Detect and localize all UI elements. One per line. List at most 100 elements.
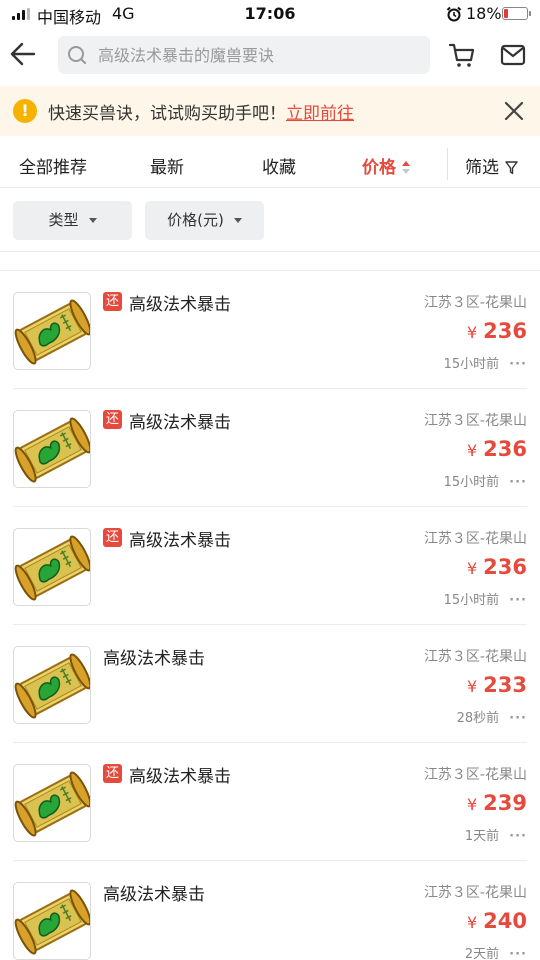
- tab-price-label: 价格: [362, 158, 396, 178]
- more-icon[interactable]: ···: [509, 475, 527, 490]
- currency-symbol: ¥: [466, 559, 478, 578]
- list-item-1[interactable]: 还 高级法术暴击 江苏３区-花果山 ¥236 15小时前 ···: [13, 271, 527, 389]
- tab-filter-label: 筛选: [465, 158, 499, 178]
- currency-symbol: ¥: [466, 913, 478, 932]
- item-title: 高级法术暴击: [129, 413, 231, 433]
- list-item-6[interactable]: 高级法术暴击 江苏３区-花果山 ¥240 2天前 ···: [13, 861, 527, 960]
- scroll-item-icon: [13, 292, 91, 370]
- item-meta: 15小时前 ···: [444, 353, 527, 372]
- alarm-icon: [446, 6, 462, 22]
- currency-symbol: ¥: [466, 795, 478, 814]
- mail-icon[interactable]: [500, 43, 526, 67]
- filter-price-label: 价格(元): [167, 211, 224, 229]
- more-icon[interactable]: ···: [509, 829, 527, 844]
- item-server: 江苏３区-花果山: [423, 649, 527, 665]
- filter-type[interactable]: 类型: [13, 201, 132, 240]
- search-header: [0, 28, 540, 84]
- more-icon[interactable]: ···: [509, 357, 527, 372]
- close-icon[interactable]: [503, 100, 525, 122]
- price-value: 236: [483, 437, 527, 461]
- item-list: 还 高级法术暴击 江苏３区-花果山 ¥236 15小时前 ··· 还 高级法术暴击…: [0, 270, 540, 960]
- item-title: 高级法术暴击: [103, 885, 205, 905]
- item-meta: 1天前 ···: [465, 825, 527, 844]
- search-bar[interactable]: [58, 36, 430, 74]
- status-bar: 中国移动 4G 17:06 18%: [0, 0, 540, 28]
- more-icon[interactable]: ···: [509, 947, 527, 960]
- item-time: 15小时前: [443, 593, 500, 608]
- item-title: 高级法术暴击: [129, 767, 231, 787]
- item-price: ¥239: [467, 791, 527, 815]
- currency-symbol: ¥: [466, 441, 478, 460]
- price-value: 239: [483, 791, 527, 815]
- item-server: 江苏３区-花果山: [423, 767, 527, 783]
- search-icon: [68, 46, 86, 64]
- price-value: 240: [483, 909, 527, 933]
- sort-tabs: 全部推荐 最新 收藏 价格 筛选: [0, 140, 540, 188]
- return-badge: 还: [103, 292, 122, 311]
- item-meta: 15小时前 ···: [444, 589, 527, 608]
- item-server: 江苏３区-花果山: [423, 531, 527, 547]
- item-time: 28秒前: [456, 711, 500, 726]
- filter-bar: 类型 价格(元): [0, 188, 540, 252]
- currency-symbol: ¥: [466, 323, 478, 342]
- return-badge: 还: [103, 764, 122, 783]
- return-badge: 还: [103, 410, 122, 429]
- scroll-item-icon: [13, 528, 91, 606]
- cart-icon[interactable]: [448, 41, 476, 69]
- notice-message: 快速买兽诀，试试购买助手吧！: [48, 104, 286, 124]
- caret-down-icon: [233, 218, 242, 223]
- warning-icon: !: [13, 99, 37, 123]
- price-value: 236: [483, 555, 527, 579]
- tab-filter[interactable]: 筛选: [465, 153, 518, 178]
- more-icon[interactable]: ···: [509, 711, 527, 726]
- item-time: 15小时前: [443, 357, 500, 372]
- item-server: 江苏３区-花果山: [423, 885, 527, 901]
- item-time: 2天前: [464, 947, 500, 960]
- return-badge: 还: [103, 528, 122, 547]
- scroll-item-icon: [13, 764, 91, 842]
- filter-type-label: 类型: [48, 211, 79, 229]
- more-icon[interactable]: ···: [509, 593, 527, 608]
- price-value: 233: [483, 673, 527, 697]
- item-server: 江苏３区-花果山: [423, 413, 527, 429]
- scroll-item-icon: [13, 410, 91, 488]
- item-time: 15小时前: [443, 475, 500, 490]
- battery-icon: [502, 7, 531, 20]
- notice-text: 快速买兽诀，试试购买助手吧！立即前往: [48, 99, 354, 124]
- currency-symbol: ¥: [466, 677, 478, 696]
- item-meta: 15小时前 ···: [444, 471, 527, 490]
- search-input[interactable]: [98, 36, 418, 74]
- sort-arrows-icon: [402, 161, 412, 175]
- item-title: 高级法术暴击: [129, 531, 231, 551]
- item-title: 高级法术暴击: [103, 649, 205, 669]
- notice-banner: ! 快速买兽诀，试试购买助手吧！立即前往: [0, 86, 540, 136]
- back-arrow-icon[interactable]: [8, 40, 36, 68]
- funnel-icon: [505, 161, 518, 175]
- tab-price[interactable]: 价格: [362, 153, 412, 178]
- tab-newest[interactable]: 最新: [150, 153, 184, 178]
- list-item-3[interactable]: 还 高级法术暴击 江苏３区-花果山 ¥236 15小时前 ···: [13, 507, 527, 625]
- scroll-item-icon: [13, 882, 91, 960]
- item-price: ¥233: [467, 673, 527, 697]
- filter-price[interactable]: 价格(元): [145, 201, 264, 240]
- item-meta: 2天前 ···: [465, 943, 527, 960]
- caret-down-icon: [88, 218, 97, 223]
- list-item-2[interactable]: 还 高级法术暴击 江苏３区-花果山 ¥236 15小时前 ···: [13, 389, 527, 507]
- item-price: ¥240: [467, 909, 527, 933]
- item-time: 1天前: [464, 829, 500, 844]
- battery-percent: 18%: [466, 4, 502, 23]
- price-value: 236: [483, 319, 527, 343]
- list-item-4[interactable]: 高级法术暴击 江苏３区-花果山 ¥233 28秒前 ···: [13, 625, 527, 743]
- scroll-item-icon: [13, 646, 91, 724]
- list-item-5[interactable]: 还 高级法术暴击 江苏３区-花果山 ¥239 1天前 ···: [13, 743, 527, 861]
- tab-divider: [447, 148, 448, 180]
- item-server: 江苏３区-花果山: [423, 295, 527, 311]
- tab-all-recommended[interactable]: 全部推荐: [19, 153, 87, 178]
- notice-link[interactable]: 立即前往: [286, 104, 354, 124]
- item-title: 高级法术暴击: [129, 295, 231, 315]
- item-price: ¥236: [467, 437, 527, 461]
- item-meta: 28秒前 ···: [457, 707, 527, 726]
- item-price: ¥236: [467, 555, 527, 579]
- item-price: ¥236: [467, 319, 527, 343]
- tab-favorites[interactable]: 收藏: [262, 153, 296, 178]
